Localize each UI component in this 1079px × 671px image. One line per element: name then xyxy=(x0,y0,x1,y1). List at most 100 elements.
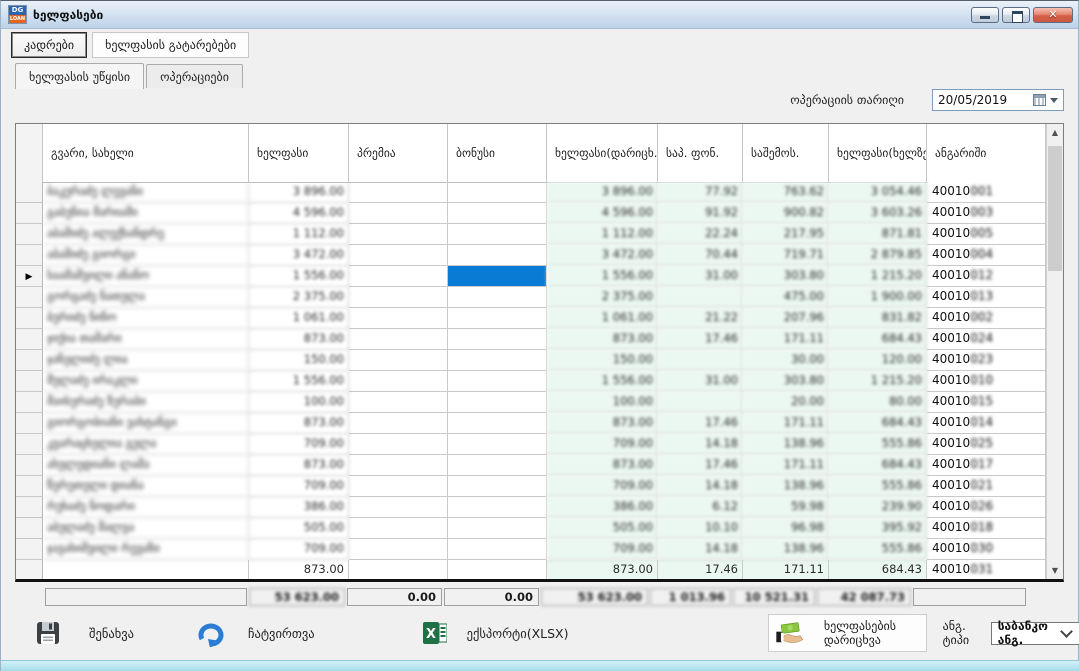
cell-salary[interactable]: 386.00 xyxy=(249,497,349,518)
cell-accrued[interactable]: 150.00 xyxy=(547,350,658,371)
cell-income[interactable]: 96.98 xyxy=(743,518,829,539)
cell-net[interactable]: 3 603.26 xyxy=(829,203,927,224)
cell-net[interactable]: 2 879.85 xyxy=(829,245,927,266)
column-header[interactable]: ბონუსი xyxy=(448,124,547,182)
cell-income[interactable]: 207.96 xyxy=(743,308,829,329)
operation-date-value[interactable]: 20/05/2019 xyxy=(933,93,1033,107)
export-xlsx-button[interactable]: X ექსპორტი(XLSX) xyxy=(423,622,569,644)
cell-accrued[interactable]: 1 061.00 xyxy=(547,308,658,329)
cell-income[interactable]: 138.96 xyxy=(743,539,829,560)
cell-premia[interactable] xyxy=(349,308,448,329)
cell-income[interactable]: 30.00 xyxy=(743,350,829,371)
cell-account[interactable]: 40010026 xyxy=(927,497,1046,518)
cell-bonusi[interactable] xyxy=(448,266,547,287)
cell-pension[interactable]: 22.24 xyxy=(658,224,743,245)
cell-pension[interactable]: 10.10 xyxy=(658,518,743,539)
cell-bonusi[interactable] xyxy=(448,329,547,350)
operation-date-picker[interactable]: 20/05/2019 xyxy=(932,89,1064,111)
cell-bonusi[interactable] xyxy=(448,455,547,476)
cell-name[interactable]: მელაძე ირაკლი xyxy=(43,371,249,392)
cell-premia[interactable] xyxy=(349,287,448,308)
row-selector-cell[interactable] xyxy=(16,497,43,518)
cell-premia[interactable] xyxy=(349,476,448,497)
row-selector-cell[interactable] xyxy=(16,287,43,308)
cell-premia[interactable] xyxy=(349,329,448,350)
table-row[interactable]: ჯანელიძე ლია 150.00 150.00 30.00 120.00 … xyxy=(16,350,1046,371)
table-row[interactable]: აბაშიძე ალექსანდრე 1 112.00 1 112.00 22.… xyxy=(16,224,1046,245)
cell-income[interactable]: 171.11 xyxy=(743,413,829,434)
cell-bonusi[interactable] xyxy=(448,308,547,329)
row-selector-cell[interactable] xyxy=(16,392,43,413)
cell-name[interactable]: ბერიძე ნინო xyxy=(43,308,249,329)
cell-account[interactable]: 40010031 xyxy=(927,560,1046,579)
cell-name[interactable]: გაბუნია მარიამი xyxy=(43,203,249,224)
cell-salary[interactable]: 4 596.00 xyxy=(249,203,349,224)
table-row[interactable]: ჯიქია თამარი 873.00 873.00 17.46 171.11 … xyxy=(16,329,1046,350)
cell-net[interactable]: 80.00 xyxy=(829,392,927,413)
cell-premia[interactable] xyxy=(349,224,448,245)
cell-salary[interactable]: 3 472.00 xyxy=(249,245,349,266)
cell-name[interactable]: საამაშვილი ანანო xyxy=(43,266,249,287)
cell-accrued[interactable]: 3 472.00 xyxy=(547,245,658,266)
cell-name[interactable]: ჯანელიძე ლია xyxy=(43,350,249,371)
cell-account[interactable]: 40010005 xyxy=(927,224,1046,245)
save-button[interactable]: შენახვა xyxy=(35,620,134,646)
cell-name[interactable]: გიორგობიანი ვახტანგი xyxy=(43,413,249,434)
cell-pension[interactable]: 17.46 xyxy=(658,413,743,434)
cell-salary[interactable]: 873.00 xyxy=(249,455,349,476)
cell-bonusi[interactable] xyxy=(448,497,547,518)
cell-pension[interactable]: 77.92 xyxy=(658,182,743,203)
row-selector-cell[interactable] xyxy=(16,245,43,266)
scroll-up-icon[interactable]: ▲ xyxy=(1047,124,1063,141)
personnel-button[interactable]: კადრები xyxy=(11,32,87,58)
cell-net[interactable]: 831.82 xyxy=(829,308,927,329)
restore-button[interactable] xyxy=(1002,7,1030,23)
cell-net[interactable]: 3 054.46 xyxy=(829,182,927,203)
cell-premia[interactable] xyxy=(349,497,448,518)
cell-salary[interactable]: 709.00 xyxy=(249,434,349,455)
cell-pension[interactable]: 6.12 xyxy=(658,497,743,518)
cell-premia[interactable] xyxy=(349,371,448,392)
cell-accrued[interactable]: 1 556.00 xyxy=(547,266,658,287)
cell-name[interactable]: აბაშიძე გიორგი xyxy=(43,245,249,266)
cell-bonusi[interactable] xyxy=(448,287,547,308)
cell-premia[interactable] xyxy=(349,350,448,371)
cell-accrued[interactable]: 4 596.00 xyxy=(547,203,658,224)
cell-pension[interactable]: 17.46 xyxy=(658,560,743,579)
row-selector-cell[interactable] xyxy=(16,308,43,329)
cell-accrued[interactable]: 3 896.00 xyxy=(547,182,658,203)
cell-bonusi[interactable] xyxy=(448,392,547,413)
column-header[interactable]: ანგარიში xyxy=(927,124,1046,182)
cell-account[interactable]: 40010003 xyxy=(927,203,1046,224)
cell-salary[interactable]: 873.00 xyxy=(249,329,349,350)
cell-name[interactable]: ბაკურაძე ლევანი xyxy=(43,182,249,203)
cell-salary[interactable]: 1 061.00 xyxy=(249,308,349,329)
cell-net[interactable]: 1 215.20 xyxy=(829,371,927,392)
cell-bonusi[interactable] xyxy=(448,539,547,560)
cell-bonusi[interactable] xyxy=(448,371,547,392)
row-selector-cell[interactable] xyxy=(16,518,43,539)
minimize-button[interactable] xyxy=(971,7,999,23)
cell-account[interactable]: 40010001 xyxy=(927,182,1046,203)
cell-salary[interactable]: 709.00 xyxy=(249,476,349,497)
cell-income[interactable]: 900.82 xyxy=(743,203,829,224)
cell-income[interactable]: 475.00 xyxy=(743,287,829,308)
cell-name[interactable]: აბულაძე შალვა xyxy=(43,518,249,539)
cell-name[interactable]: ჯავახიშვილი რევაზი xyxy=(43,539,249,560)
cell-net[interactable]: 120.00 xyxy=(829,350,927,371)
cell-premia[interactable] xyxy=(349,539,448,560)
cell-account[interactable]: 40010021 xyxy=(927,476,1046,497)
cell-net[interactable]: 1 900.00 xyxy=(829,287,927,308)
cell-pension[interactable]: 14.18 xyxy=(658,539,743,560)
column-header[interactable]: პრემია xyxy=(349,124,448,182)
cell-name[interactable]: კვარაცხელია გელა xyxy=(43,434,249,455)
cell-premia[interactable] xyxy=(349,245,448,266)
cell-income[interactable]: 171.11 xyxy=(743,455,829,476)
column-header[interactable]: ხელფასი(ხელზე xyxy=(829,124,927,182)
cell-net[interactable]: 1 215.20 xyxy=(829,266,927,287)
cell-salary[interactable]: 1 556.00 xyxy=(249,371,349,392)
row-selector-cell[interactable] xyxy=(16,413,43,434)
cell-accrued[interactable]: 100.00 xyxy=(547,392,658,413)
tab-salary-sheet[interactable]: ხელფასის უწყისი xyxy=(15,63,144,89)
salary-transactions-button[interactable]: ხელფასის გატარებები xyxy=(92,32,249,58)
